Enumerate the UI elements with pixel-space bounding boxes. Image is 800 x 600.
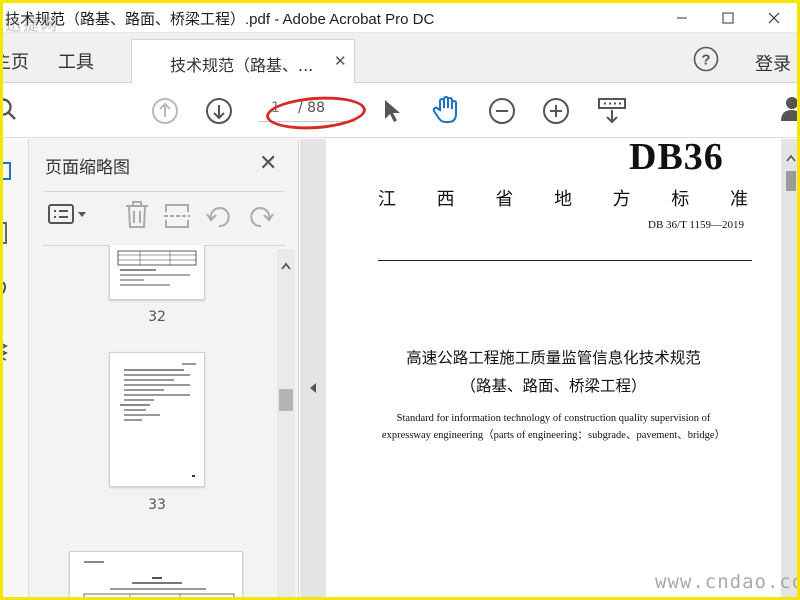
search-icon[interactable]	[3, 97, 19, 127]
document-scrollbar[interactable]	[785, 151, 797, 597]
window-title: 技术规范（路基、路面、桥梁工程）.pdf - Adobe Acrobat Pro…	[5, 11, 435, 28]
minimize-icon[interactable]	[659, 3, 705, 33]
standard-number: DB 36/T 1159—2019	[648, 219, 744, 231]
scroll-up-icon[interactable]	[281, 255, 291, 274]
attachments-nav-icon[interactable]	[3, 279, 11, 303]
select-cursor-icon[interactable]	[381, 98, 403, 128]
tab-close-icon[interactable]: ✕	[334, 52, 347, 70]
scrollbar-thumb[interactable]	[279, 389, 293, 411]
hand-tool-icon[interactable]	[431, 95, 461, 129]
login-button[interactable]: 登录	[755, 50, 791, 76]
rotate-counterclockwise-icon[interactable]	[205, 203, 233, 235]
collapse-panel-icon[interactable]	[309, 379, 317, 398]
prev-page-icon[interactable]	[151, 97, 179, 129]
panel-title: 页面缩略图	[45, 158, 130, 178]
english-title-line: expressway engineering（parts of engineer…	[381, 430, 726, 441]
page-number-field[interactable]: 1 / 88	[258, 96, 356, 122]
tab-tools[interactable]: 工具	[58, 48, 94, 74]
page-thumbnail[interactable]	[109, 245, 205, 300]
standard-code: DB36	[629, 136, 724, 178]
province-char: 西	[436, 189, 455, 209]
next-page-icon[interactable]	[205, 97, 233, 129]
tab-tools-label: 工具	[58, 52, 94, 73]
scroll-mode-icon[interactable]	[597, 97, 627, 129]
page-thumbnails-nav-icon[interactable]	[3, 161, 13, 185]
watermark-bottom-right: www.cndao.com	[655, 571, 797, 593]
document-title: 高速公路工程施工质量监管信息化技术规范	[406, 349, 701, 367]
close-icon[interactable]	[751, 3, 797, 33]
thumbnail-options-icon[interactable]	[47, 202, 91, 232]
panel-divider	[43, 191, 285, 192]
province-char: 地	[553, 189, 572, 209]
thumbnail-page-number: 33	[148, 497, 166, 513]
zoom-in-icon[interactable]	[542, 97, 570, 129]
standard-category: 江 西 省 地 方 标 准	[378, 185, 748, 211]
delete-page-icon[interactable]	[124, 200, 150, 234]
toolbar: 1 / 88	[3, 83, 797, 138]
page-thumbnail[interactable]	[69, 551, 243, 597]
document-subtitle: （路基、路面、桥梁工程）	[460, 377, 647, 395]
province-char: 标	[671, 189, 690, 209]
page-total: / 88	[298, 100, 325, 116]
bookmarks-nav-icon[interactable]	[3, 221, 11, 249]
thumbnails-panel: 页面缩略图 ✕ 32 33	[29, 139, 299, 597]
tab-bar: 主页 工具 技术规范（路基、... ✕ ? 登录	[3, 33, 797, 83]
english-title: Standard for information technology of c…	[326, 410, 781, 444]
help-icon[interactable]: ?	[693, 46, 719, 76]
tab-document[interactable]: 技术规范（路基、... ✕	[131, 39, 355, 83]
tab-document-label: 技术规范（路基、...	[170, 56, 314, 75]
watermark-top-left: 迅捷网	[5, 15, 60, 34]
acrobat-window: 技术规范（路基、路面、桥梁工程）.pdf - Adobe Acrobat Pro…	[3, 3, 797, 597]
title-bar: 技术规范（路基、路面、桥梁工程）.pdf - Adobe Acrobat Pro…	[3, 3, 797, 33]
province-char: 方	[612, 189, 631, 209]
maximize-icon[interactable]	[705, 3, 751, 33]
svg-text:?: ?	[701, 52, 710, 69]
thumbnail-page-number: 32	[148, 309, 166, 325]
pdf-page: DB36 江 西 省 地 方 标 准 DB 36/T 1159—2019 高速公…	[326, 136, 781, 597]
header-rule	[378, 260, 752, 261]
account-icon[interactable]	[779, 95, 797, 127]
page-current[interactable]: 1	[271, 100, 280, 116]
province-char: 准	[729, 189, 748, 209]
navigation-rail	[3, 139, 29, 597]
document-viewer: DB36 江 西 省 地 方 标 准 DB 36/T 1159—2019 高速公…	[300, 136, 797, 597]
tab-home[interactable]: 主页	[3, 48, 29, 74]
thumbnails-scrollbar[interactable]	[277, 249, 295, 597]
split-page-icon[interactable]	[163, 202, 191, 234]
panel-close-icon[interactable]: ✕	[259, 151, 277, 176]
zoom-out-icon[interactable]	[488, 97, 516, 129]
page-thumbnail[interactable]	[109, 352, 205, 487]
tab-home-label: 主页	[3, 52, 29, 73]
layers-nav-icon[interactable]	[3, 339, 11, 367]
province-char: 江	[378, 189, 396, 209]
rotate-clockwise-icon[interactable]	[247, 203, 275, 235]
english-title-line: Standard for information technology of c…	[396, 413, 711, 424]
province-char: 省	[495, 189, 514, 209]
